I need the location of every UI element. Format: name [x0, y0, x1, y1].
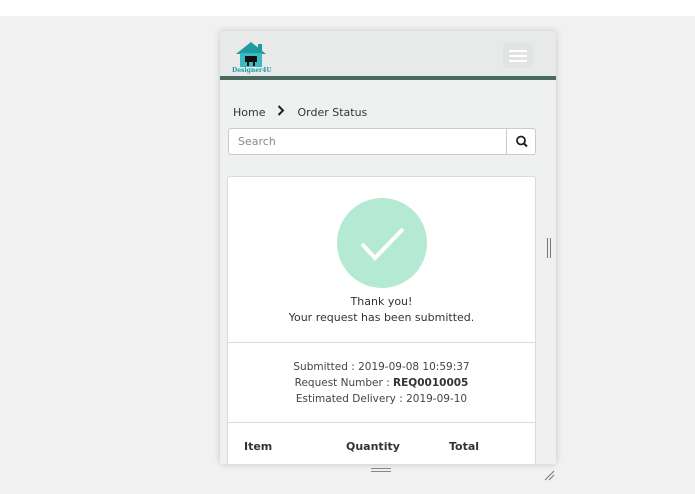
- estimated-delivery-value: 2019-09-10: [406, 393, 468, 405]
- request-number-value: REQ0010005: [393, 377, 469, 389]
- checkmark-icon: [360, 227, 405, 261]
- vertical-resize-handle[interactable]: [371, 468, 391, 474]
- search-icon: [516, 135, 528, 148]
- submitted-label: Submitted :: [293, 361, 359, 373]
- submitted-message: Your request has been submitted.: [288, 311, 475, 324]
- divider: [228, 342, 535, 343]
- corner-resize-handle[interactable]: [543, 466, 555, 481]
- submitted-info: Submitted : 2019-09-08 10:59:37: [228, 361, 535, 373]
- column-header-item: Item: [244, 440, 273, 453]
- estimated-delivery-info: Estimated Delivery : 2019-09-10: [228, 393, 535, 405]
- breadcrumb: Home Order Status: [233, 104, 367, 120]
- request-number-info: Request Number : REQ0010005: [228, 377, 535, 389]
- mobile-preview-frame: Designer4U Home Order Status Thank: [220, 31, 556, 464]
- estimated-delivery-label: Estimated Delivery :: [295, 393, 407, 405]
- search-button[interactable]: [506, 129, 536, 154]
- chevron-right-icon: [277, 104, 285, 120]
- resize-grip-icon: [544, 470, 555, 481]
- column-header-total: Total: [449, 440, 480, 453]
- breadcrumb-current: Order Status: [297, 105, 368, 119]
- thank-you-text: Thank you!: [350, 295, 413, 308]
- search-input[interactable]: [229, 129, 506, 154]
- divider: [228, 422, 535, 423]
- hamburger-menu-button[interactable]: [503, 43, 533, 68]
- success-circle: [337, 198, 427, 288]
- order-status-card: Thank you! Your request has been submitt…: [227, 176, 536, 464]
- column-header-quantity: Quantity: [346, 440, 400, 453]
- submitted-value: 2019-09-08 10:59:37: [358, 361, 470, 373]
- logo-text: Designer4U: [232, 67, 272, 74]
- request-number-label: Request Number :: [294, 377, 394, 389]
- breadcrumb-home-link[interactable]: Home: [233, 106, 265, 119]
- header-bar: Designer4U: [220, 31, 556, 80]
- horizontal-resize-handle[interactable]: [547, 238, 552, 258]
- logo[interactable]: Designer4U: [232, 40, 272, 76]
- search-bar: [228, 128, 536, 155]
- house-logo-icon: [236, 42, 266, 67]
- hamburger-menu-icon: [509, 50, 527, 52]
